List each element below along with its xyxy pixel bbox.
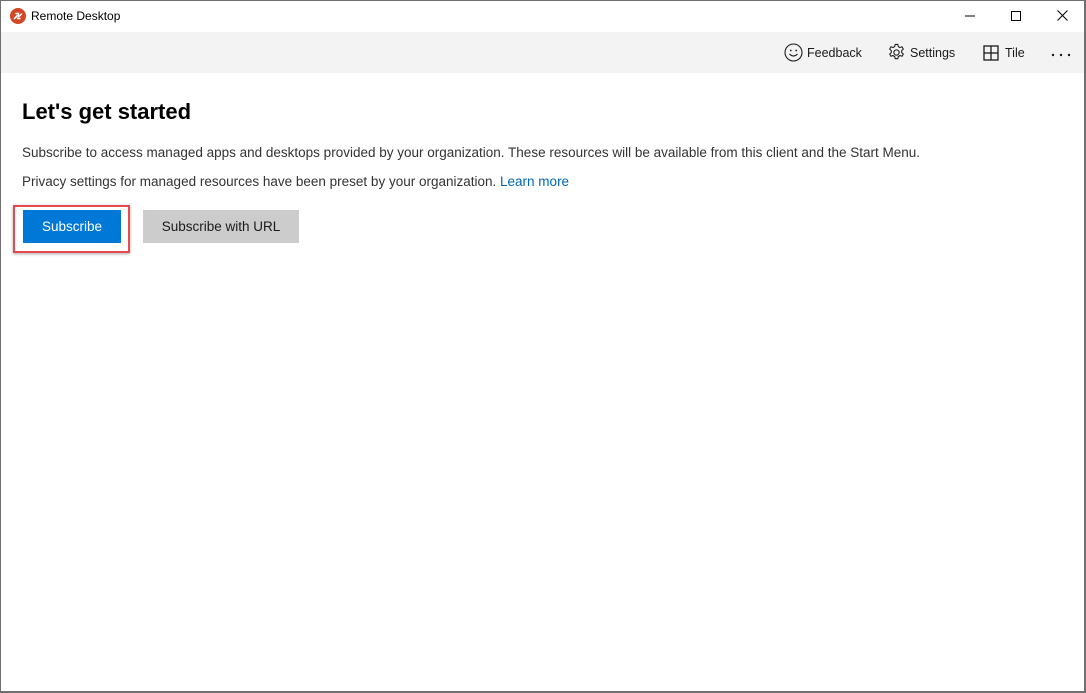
- toolbar: Feedback Settings Tile: [1, 32, 1084, 73]
- grid-icon: [981, 43, 1001, 63]
- tile-view-button[interactable]: Tile: [981, 32, 1025, 73]
- tile-label: Tile: [1005, 45, 1025, 60]
- app-window: Remote Desktop Feedback Settings Tile Le…: [0, 0, 1086, 693]
- settings-label: Settings: [910, 45, 956, 60]
- smiley-icon: [783, 43, 803, 63]
- more-options-button[interactable]: [1047, 32, 1075, 73]
- minimize-button[interactable]: [947, 1, 993, 32]
- close-icon: [1056, 8, 1068, 26]
- maximize-icon: [1011, 8, 1021, 26]
- title-bar[interactable]: Remote Desktop: [1, 1, 1084, 32]
- subscribe-with-url-button[interactable]: Subscribe with URL: [143, 210, 299, 243]
- gear-icon: [886, 43, 906, 63]
- remote-desktop-icon: [10, 8, 26, 24]
- subscribe-button[interactable]: Subscribe: [23, 210, 121, 243]
- close-button[interactable]: [1039, 1, 1085, 32]
- privacy-notice: Privacy settings for managed resources h…: [22, 174, 569, 189]
- maximize-button[interactable]: [993, 1, 1039, 32]
- window-title: Remote Desktop: [31, 9, 121, 23]
- more-icon: [1051, 46, 1071, 60]
- page-title: Let's get started: [22, 99, 192, 124]
- minimize-icon: [965, 8, 975, 26]
- subscribe-description: Subscribe to access managed apps and des…: [22, 145, 921, 160]
- feedback-label: Feedback: [807, 45, 862, 60]
- privacy-text: Privacy settings for managed resources h…: [22, 174, 497, 189]
- feedback-button[interactable]: Feedback: [783, 32, 862, 73]
- learn-more-link[interactable]: Learn more: [500, 174, 569, 189]
- settings-button[interactable]: Settings: [886, 32, 955, 73]
